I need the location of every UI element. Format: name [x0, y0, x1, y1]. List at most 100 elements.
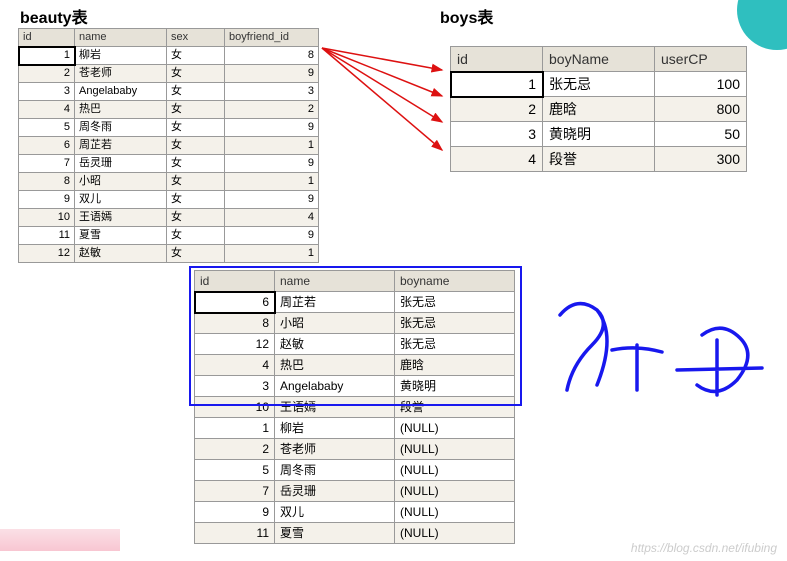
table-row: 12赵敏女1	[19, 245, 319, 263]
cell-boyname: 黄晓明	[543, 122, 655, 147]
beauty-th-name: name	[75, 29, 167, 47]
cell-sex: 女	[167, 47, 225, 65]
cell-usercp: 50	[655, 122, 747, 147]
cell-name: 周冬雨	[275, 460, 395, 481]
cell-boyname: 段誉	[543, 147, 655, 172]
cell-boyname: 黄晓明	[395, 376, 515, 397]
cell-name: 王语嫣	[75, 209, 167, 227]
boys-th-boyname: boyName	[543, 47, 655, 72]
cell-id: 11	[195, 523, 275, 544]
cell-bf: 9	[225, 227, 319, 245]
beauty-th-id: id	[19, 29, 75, 47]
cell-boyname: 鹿晗	[395, 355, 515, 376]
cell-name: 周冬雨	[75, 119, 167, 137]
cell-sex: 女	[167, 173, 225, 191]
cell-bf: 9	[225, 65, 319, 83]
cell-id: 12	[195, 334, 275, 355]
table-row: 5周冬雨(NULL)	[195, 460, 515, 481]
cell-name: 柳岩	[275, 418, 395, 439]
cell-boyname: 张无忌	[395, 334, 515, 355]
cell-id: 10	[195, 397, 275, 418]
decorative-corner	[737, 0, 787, 50]
table-row: 10王语嫣女4	[19, 209, 319, 227]
table-row: 10王语嫣段誉	[195, 397, 515, 418]
cell-bf: 8	[225, 47, 319, 65]
cell-id: 8	[195, 313, 275, 334]
table-row: 7岳灵珊(NULL)	[195, 481, 515, 502]
cell-name: 岳灵珊	[275, 481, 395, 502]
cell-name: 柳岩	[75, 47, 167, 65]
cell-id: 3	[195, 376, 275, 397]
boys-table: id boyName userCP 1张无忌1002鹿晗8003黄晓明504段誉…	[450, 46, 747, 172]
cell-bf: 1	[225, 137, 319, 155]
table-row: 4热巴女2	[19, 101, 319, 119]
table-row: 1张无忌100	[451, 72, 747, 97]
cell-name: 夏雪	[275, 523, 395, 544]
cell-id: 4	[451, 147, 543, 172]
table-row: 11夏雪(NULL)	[195, 523, 515, 544]
cell-id: 6	[19, 137, 75, 155]
result-th-name: name	[275, 271, 395, 292]
cell-name: 王语嫣	[275, 397, 395, 418]
cell-id: 8	[19, 173, 75, 191]
table-row: 2苍老师女9	[19, 65, 319, 83]
boys-th-id: id	[451, 47, 543, 72]
cell-bf: 1	[225, 173, 319, 191]
cell-name: 双儿	[75, 191, 167, 209]
cell-boyname: 张无忌	[543, 72, 655, 97]
table-row: 1柳岩(NULL)	[195, 418, 515, 439]
cell-sex: 女	[167, 155, 225, 173]
cell-bf: 2	[225, 101, 319, 119]
watermark-text: https://blog.csdn.net/ifubing	[631, 541, 777, 555]
cell-boyname: 段誉	[395, 397, 515, 418]
table-row: 3黄晓明50	[451, 122, 747, 147]
cell-sex: 女	[167, 119, 225, 137]
cell-name: 赵敏	[75, 245, 167, 263]
cell-id: 4	[19, 101, 75, 119]
cell-sex: 女	[167, 209, 225, 227]
cell-sex: 女	[167, 227, 225, 245]
cell-name: 苍老师	[275, 439, 395, 460]
cell-boyname: (NULL)	[395, 523, 515, 544]
cell-id: 7	[19, 155, 75, 173]
cell-id: 1	[195, 418, 275, 439]
cell-boyname: (NULL)	[395, 502, 515, 523]
table-row: 1柳岩女8	[19, 47, 319, 65]
table-row: 5周冬雨女9	[19, 119, 319, 137]
table-row: 3Angelababy黄晓明	[195, 376, 515, 397]
boys-title: boys表	[440, 4, 493, 28]
cell-id: 12	[19, 245, 75, 263]
cell-id: 5	[195, 460, 275, 481]
cell-id: 2	[195, 439, 275, 460]
cell-id: 9	[19, 191, 75, 209]
cell-bf: 3	[225, 83, 319, 101]
cell-sex: 女	[167, 101, 225, 119]
table-row: 12赵敏张无忌	[195, 334, 515, 355]
cell-name: 小昭	[275, 313, 395, 334]
cell-sex: 女	[167, 191, 225, 209]
cell-id: 4	[195, 355, 275, 376]
cell-id: 6	[195, 292, 275, 313]
cell-id: 2	[451, 97, 543, 122]
cell-name: Angelababy	[275, 376, 395, 397]
cell-bf: 9	[225, 191, 319, 209]
table-row: 6周芷若张无忌	[195, 292, 515, 313]
cell-name: 热巴	[75, 101, 167, 119]
cell-name: Angelababy	[75, 83, 167, 101]
cell-id: 1	[451, 72, 543, 97]
cell-id: 9	[195, 502, 275, 523]
cell-id: 2	[19, 65, 75, 83]
cell-id: 7	[195, 481, 275, 502]
table-row: 4热巴鹿晗	[195, 355, 515, 376]
cell-boyname: 张无忌	[395, 313, 515, 334]
cell-usercp: 100	[655, 72, 747, 97]
table-row: 7岳灵珊女9	[19, 155, 319, 173]
cell-bf: 4	[225, 209, 319, 227]
result-th-id: id	[195, 271, 275, 292]
cell-usercp: 300	[655, 147, 747, 172]
cell-name: 赵敏	[275, 334, 395, 355]
cell-sex: 女	[167, 65, 225, 83]
table-row: 9双儿(NULL)	[195, 502, 515, 523]
cell-name: 热巴	[275, 355, 395, 376]
cell-bf: 9	[225, 155, 319, 173]
